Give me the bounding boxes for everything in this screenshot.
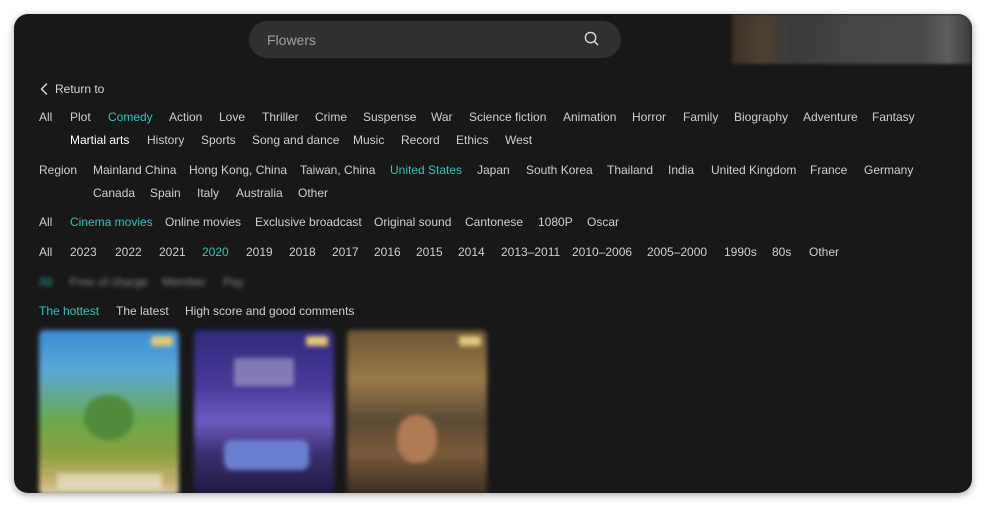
region-united-states[interactable]: United States [390,163,462,177]
region-germany[interactable]: Germany [864,163,913,177]
feature-1080p[interactable]: 1080P [538,215,573,229]
sort-latest[interactable]: The latest [116,304,169,318]
genre-family[interactable]: Family [683,110,718,124]
year-2014[interactable]: 2014 [458,245,485,259]
year-2016[interactable]: 2016 [374,245,401,259]
region-taiwan[interactable]: Taiwan, China [300,163,375,177]
year-2015[interactable]: 2015 [416,245,443,259]
genre-all[interactable]: All [39,110,52,124]
year-2020[interactable]: 2020 [202,245,229,259]
movie-poster[interactable] [194,330,334,493]
search-bar[interactable] [249,21,621,58]
year-2023[interactable]: 2023 [70,245,97,259]
genre-ethics[interactable]: Ethics [456,133,489,147]
genre-crime[interactable]: Crime [315,110,347,124]
region-thailand[interactable]: Thailand [607,163,653,177]
back-label: Return to [55,82,105,96]
year-1990s[interactable]: 1990s [724,245,757,259]
payment-all[interactable]: All [39,275,52,289]
feature-cinema-movies[interactable]: Cinema movies [70,215,153,229]
year-2010-2006[interactable]: 2010–2006 [572,245,632,259]
genre-record[interactable]: Record [401,133,440,147]
genre-music[interactable]: Music [353,133,384,147]
year-2021[interactable]: 2021 [159,245,186,259]
genre-war[interactable]: War [431,110,453,124]
region-mainland-china[interactable]: Mainland China [93,163,176,177]
poster-caption [57,473,162,489]
back-button[interactable]: Return to [40,82,104,96]
region-label: Region [39,163,78,177]
promo-banner[interactable] [732,14,972,64]
poster-art [84,395,134,440]
genre-science-fiction[interactable]: Science fiction [469,110,546,124]
search-icon[interactable] [584,31,599,46]
region-japan[interactable]: Japan [477,163,510,177]
year-other[interactable]: Other [809,245,839,259]
feature-online-movies[interactable]: Online movies [165,215,241,229]
poster-art [397,415,437,463]
genre-fantasy[interactable]: Fantasy [872,110,915,124]
year-2018[interactable]: 2018 [289,245,316,259]
app-window: Return to All Plot Comedy Action Love Th… [14,14,972,493]
feature-exclusive-broadcast[interactable]: Exclusive broadcast [255,215,362,229]
movie-poster[interactable] [39,330,179,493]
genre-horror[interactable]: Horror [632,110,666,124]
year-2005-2000[interactable]: 2005–2000 [647,245,707,259]
genre-action[interactable]: Action [169,110,202,124]
genre-thriller[interactable]: Thriller [262,110,299,124]
region-spain[interactable]: Spain [150,186,181,200]
genre-song-and-dance[interactable]: Song and dance [252,133,339,147]
poster-badge [459,336,481,346]
movie-poster[interactable] [347,330,487,493]
region-hong-kong[interactable]: Hong Kong, China [189,163,287,177]
region-india[interactable]: India [668,163,694,177]
genre-history[interactable]: History [147,133,184,147]
genre-west[interactable]: West [505,133,532,147]
genre-adventure[interactable]: Adventure [803,110,858,124]
region-canada[interactable]: Canada [93,186,135,200]
region-united-kingdom[interactable]: United Kingdom [711,163,796,177]
feature-cantonese[interactable]: Cantonese [465,215,523,229]
poster-art [234,358,294,386]
genre-animation[interactable]: Animation [563,110,616,124]
search-input[interactable] [267,21,567,58]
region-france[interactable]: France [810,163,847,177]
poster-badge [306,336,328,346]
poster-badge [151,336,173,346]
year-2013-2011[interactable]: 2013–2011 [501,245,560,259]
year-80s[interactable]: 80s [772,245,791,259]
chevron-left-icon [40,83,48,95]
genre-sports[interactable]: Sports [201,133,236,147]
genre-plot[interactable]: Plot [70,110,91,124]
year-all[interactable]: All [39,245,52,259]
feature-all[interactable]: All [39,215,52,229]
region-south-korea[interactable]: South Korea [526,163,593,177]
genre-suspense[interactable]: Suspense [363,110,416,124]
year-2017[interactable]: 2017 [332,245,359,259]
payment-pay[interactable]: Pay [223,275,244,289]
region-other[interactable]: Other [298,186,328,200]
sort-hottest[interactable]: The hottest [39,304,99,318]
sort-high-score[interactable]: High score and good comments [185,304,354,318]
poster-art [224,440,309,470]
genre-martial-arts[interactable]: Martial arts [70,133,129,147]
payment-free[interactable]: Free of charge [70,275,148,289]
year-2022[interactable]: 2022 [115,245,142,259]
genre-love[interactable]: Love [219,110,245,124]
year-2019[interactable]: 2019 [246,245,273,259]
payment-member[interactable]: Member [162,275,206,289]
genre-comedy[interactable]: Comedy [108,110,153,124]
genre-biography[interactable]: Biography [734,110,788,124]
feature-original-sound[interactable]: Original sound [374,215,451,229]
feature-oscar[interactable]: Oscar [587,215,619,229]
region-australia[interactable]: Australia [236,186,283,200]
region-italy[interactable]: Italy [197,186,219,200]
